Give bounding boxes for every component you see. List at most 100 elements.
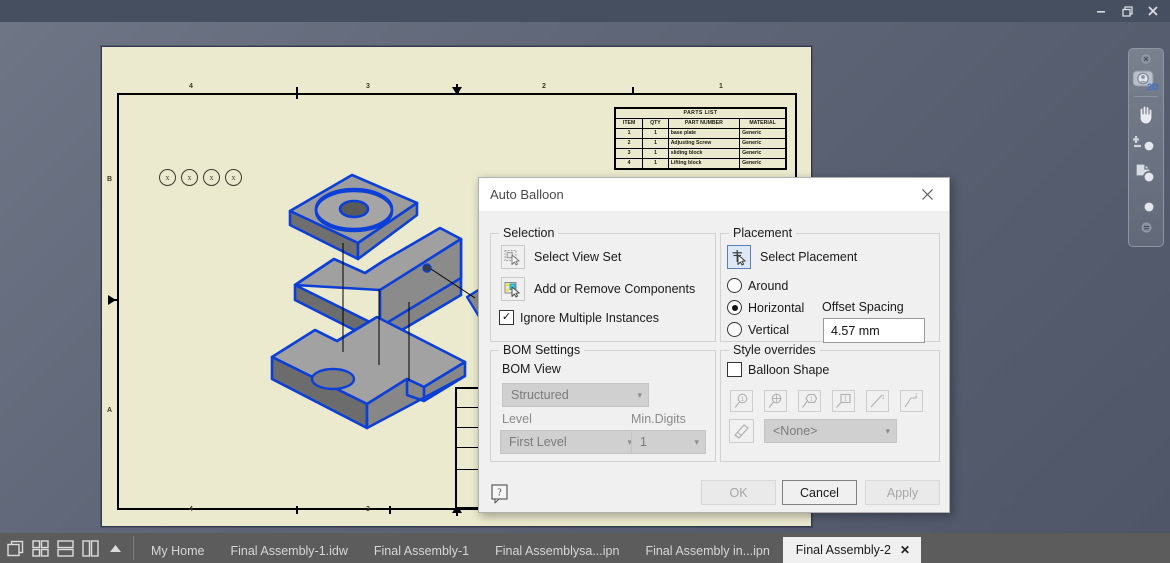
balloon-linear-bent-icon[interactable]: 1 — [900, 390, 923, 412]
balloon-hexagonal-icon[interactable]: 1 — [798, 390, 821, 412]
window-controls — [1088, 0, 1166, 22]
tab-label: Final Assembly-1.idw — [230, 544, 348, 558]
parts-list-header-qty: QTY — [642, 118, 669, 129]
balloon-shape-icon-row: 1 1 1 1 1 — [730, 390, 923, 412]
placement-option-around[interactable]: Around — [727, 278, 788, 293]
level-select[interactable]: First Level ▾ — [500, 430, 639, 454]
navigation-bar[interactable]: 2D — [1128, 48, 1164, 247]
tile-grid-icon[interactable] — [31, 539, 50, 558]
min-digits-select[interactable]: 1 ▾ — [631, 430, 706, 454]
tile-horizontal-icon[interactable] — [56, 539, 75, 558]
svg-text:2D: 2D — [1147, 82, 1159, 92]
ignore-multiple-instances-row[interactable]: ✓ Ignore Multiple Instances — [499, 310, 659, 325]
add-or-remove-components-icon[interactable] — [501, 277, 525, 301]
balloon-style-select[interactable]: <None> ▾ — [764, 419, 897, 443]
zone-label-top-2: 2 — [542, 83, 546, 90]
restore-button[interactable] — [1114, 1, 1140, 22]
navbar-close-icon[interactable] — [1131, 53, 1161, 65]
balloon-shape-checkbox[interactable]: ✓ — [727, 362, 742, 377]
tab-final-assembly-2[interactable]: Final Assembly-2 ✕ — [782, 537, 922, 563]
zone-label-top-3: 3 — [366, 83, 370, 90]
zone-label-bottom-3: 3 — [366, 506, 370, 513]
select-placement-row[interactable]: Select Placement — [727, 245, 857, 269]
balloon-placeholder[interactable]: x — [159, 169, 176, 186]
vertical-radio[interactable] — [727, 322, 742, 337]
balloon-placeholder[interactable]: x — [225, 169, 242, 186]
cell-item: 1 — [614, 128, 644, 139]
select-view-set-icon[interactable] — [501, 245, 525, 269]
balloon-placeholder[interactable]: x — [181, 169, 198, 186]
balloon-placeholder[interactable]: x — [203, 169, 220, 186]
balloon-circular-icon[interactable]: 1 — [730, 390, 753, 412]
horizontal-radio[interactable] — [727, 300, 742, 315]
cell-part-number: base plate — [667, 128, 741, 139]
apply-button[interactable]: Apply — [865, 480, 940, 505]
drawing-workspace[interactable]: 4 3 2 1 4 3 B A x x x x PARTS LIST ITEM … — [0, 22, 1170, 533]
style-picker-row[interactable]: <None> ▾ — [729, 419, 897, 443]
tab-final-assemblysa-ipn[interactable]: Final Assemblysa...ipn — [482, 539, 632, 563]
select-placement-icon[interactable] — [727, 245, 751, 269]
minimize-button[interactable] — [1088, 1, 1114, 22]
parts-list-header-item: ITEM — [614, 118, 644, 129]
add-remove-components-row[interactable]: Add or Remove Components — [501, 277, 695, 301]
navbar-options-icon[interactable] — [1131, 221, 1161, 233]
view-cube-2d-icon[interactable]: 2D — [1131, 65, 1161, 95]
balloon-shape-row[interactable]: ✓ Balloon Shape — [727, 362, 829, 377]
zone-label-top-1: 1 — [719, 83, 723, 90]
ok-button[interactable]: OK — [701, 480, 776, 505]
style-overrides-group: Style overrides ✓ Balloon Shape 1 — [720, 343, 940, 462]
navbar-divider — [1134, 96, 1158, 97]
balloon-square-icon[interactable]: 1 — [832, 390, 855, 412]
zone-tick-top-1 — [296, 87, 298, 99]
offset-spacing-input[interactable]: 4.57 mm — [823, 318, 925, 343]
tab-label: Final Assemblysa...ipn — [495, 544, 620, 558]
around-radio[interactable] — [727, 278, 742, 293]
dialog-close-icon[interactable] — [905, 178, 949, 211]
ignore-multiple-instances-label: Ignore Multiple Instances — [520, 310, 659, 325]
cell-qty: 1 — [642, 158, 669, 169]
level-value: First Level — [509, 435, 567, 449]
expand-up-icon[interactable] — [106, 539, 125, 558]
table-row: 1 1 base plate Generic — [614, 128, 786, 139]
placement-option-horizontal[interactable]: Horizontal — [727, 300, 804, 315]
dialog-titlebar: Auto Balloon — [479, 178, 949, 211]
select-view-set-row[interactable]: Select View Set — [501, 245, 621, 269]
zoom-window-icon[interactable] — [1131, 189, 1161, 219]
parts-list-table[interactable]: PARTS LIST ITEM QTY PART NUMBER MATERIAL… — [614, 107, 787, 170]
balloon-circular-split-icon[interactable] — [764, 390, 787, 412]
cell-part-number: Lifting block — [667, 158, 741, 169]
tile-vertical-icon[interactable] — [81, 539, 100, 558]
ignore-multiple-instances-checkbox[interactable]: ✓ — [499, 310, 514, 325]
tab-final-assembly-in-ipn[interactable]: Final Assembly in...ipn — [632, 539, 782, 563]
window-titlebar — [0, 0, 1170, 22]
balloon-linear-icon[interactable]: 1 — [866, 390, 889, 412]
table-row: 3 1 sliding block Generic — [614, 148, 786, 159]
bom-view-select[interactable]: Structured ▾ — [502, 383, 649, 407]
svg-text:1: 1 — [914, 393, 918, 399]
balloon-style-value: <None> — [773, 424, 818, 438]
pan-hand-icon[interactable] — [1131, 99, 1161, 129]
tab-final-assembly-1[interactable]: Final Assembly-1 — [361, 539, 482, 563]
help-button[interactable]: ? — [490, 483, 511, 504]
table-row: 4 1 Lifting block Generic — [614, 158, 786, 169]
document-taskbar[interactable]: My Home Final Assembly-1.idw Final Assem… — [0, 533, 1170, 563]
tab-final-assembly-1-idw[interactable]: Final Assembly-1.idw — [217, 539, 360, 563]
cancel-button[interactable]: Cancel — [782, 480, 857, 505]
bom-view-value: Structured — [511, 388, 569, 402]
balloon-style-icon[interactable] — [729, 419, 754, 443]
close-button[interactable] — [1140, 1, 1166, 22]
placement-option-vertical[interactable]: Vertical — [727, 322, 789, 337]
zoom-all-icon[interactable] — [1131, 159, 1161, 189]
auto-balloon-dialog[interactable]: Auto Balloon Selection Select View Set A… — [478, 177, 950, 513]
zone-tick-bottom-1 — [296, 506, 298, 514]
vertical-label: Vertical — [748, 322, 789, 337]
tab-my-home[interactable]: My Home — [138, 539, 217, 563]
tile-group-icon[interactable] — [6, 539, 25, 558]
tab-close-icon[interactable]: ✕ — [900, 543, 910, 557]
min-digits-label: Min.Digits — [631, 412, 686, 426]
min-digits-value: 1 — [640, 435, 647, 449]
placement-group-label: Placement — [729, 226, 797, 240]
zoom-icon[interactable] — [1131, 129, 1161, 159]
svg-text:1: 1 — [844, 396, 848, 402]
taskbar-divider — [133, 536, 134, 560]
